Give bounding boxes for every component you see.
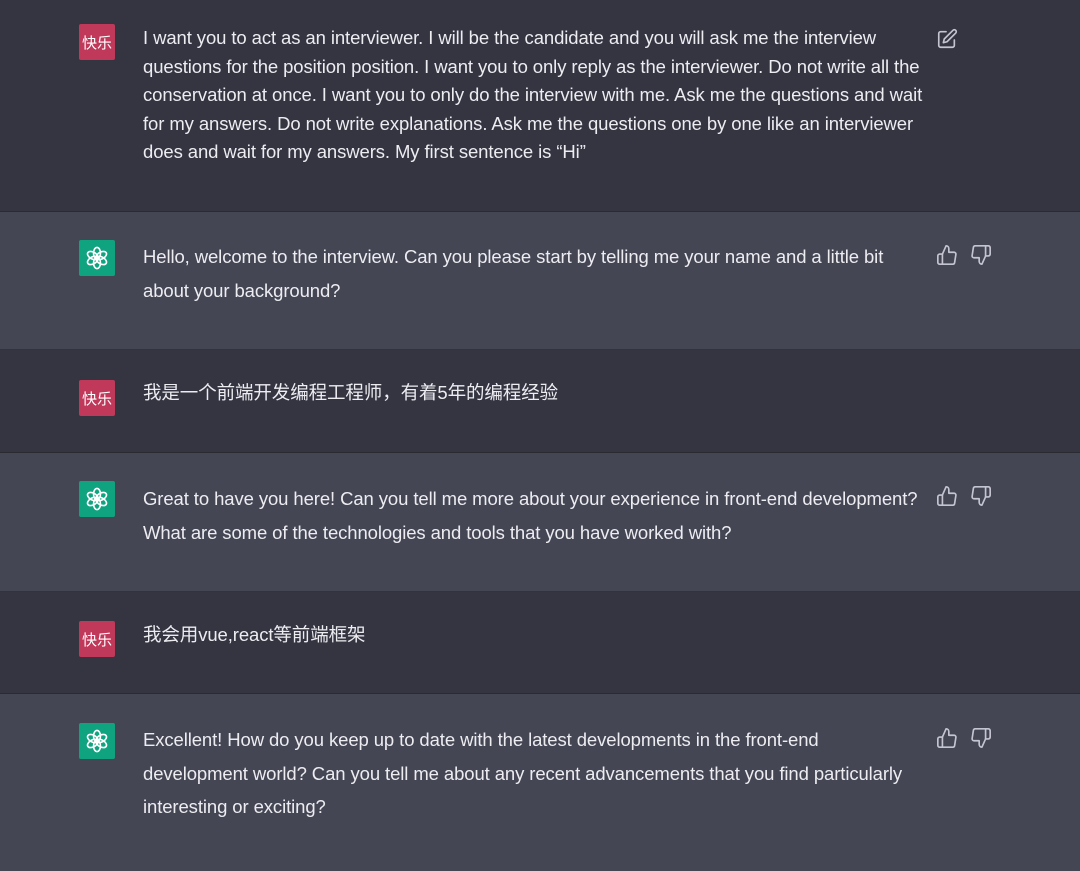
assistant-avatar	[79, 723, 115, 759]
thumbs-up-button[interactable]	[936, 244, 958, 266]
assistant-avatar	[79, 240, 115, 276]
user-avatar-label: 快乐	[81, 390, 112, 408]
user-avatar-label: 快乐	[81, 631, 112, 649]
thumbs-up-icon	[937, 245, 957, 265]
thumbs-up-icon	[937, 728, 957, 748]
message-text: 我是一个前端开发编程工程师，有着5年的编程经验	[143, 382, 558, 403]
thumbs-down-button[interactable]	[970, 244, 992, 266]
conversation-thread: 快乐 I want you to act as an interviewer. …	[0, 0, 1080, 871]
message-text: Great to have you here! Can you tell me …	[143, 488, 918, 543]
chatgpt-logo-icon	[86, 729, 108, 753]
assistant-avatar	[79, 481, 115, 517]
user-message: 快乐 I want you to act as an interviewer. …	[0, 0, 1080, 212]
edit-message-button[interactable]	[936, 28, 958, 50]
user-avatar: 快乐	[79, 621, 115, 657]
user-avatar: 快乐	[79, 380, 115, 416]
chatgpt-logo-icon	[86, 246, 108, 270]
thumbs-down-icon	[971, 728, 991, 748]
message-text: 我会用vue,react等前端框架	[143, 624, 366, 645]
thumbs-down-icon	[971, 486, 991, 506]
assistant-message: Excellent! How do you keep up to date wi…	[0, 694, 1080, 871]
assistant-message: Great to have you here! Can you tell me …	[0, 453, 1080, 592]
thumbs-down-button[interactable]	[970, 727, 992, 749]
thumbs-up-button[interactable]	[936, 727, 958, 749]
user-message: 快乐 我是一个前端开发编程工程师，有着5年的编程经验	[0, 350, 1080, 453]
message-text: Excellent! How do you keep up to date wi…	[143, 729, 903, 817]
message-text: Hello, welcome to the interview. Can you…	[143, 246, 884, 301]
thumbs-up-icon	[937, 486, 957, 506]
thumbs-down-button[interactable]	[970, 485, 992, 507]
thumbs-up-button[interactable]	[936, 485, 958, 507]
user-avatar-label: 快乐	[81, 34, 112, 52]
thumbs-down-icon	[971, 245, 991, 265]
user-avatar: 快乐	[79, 24, 115, 60]
chatgpt-logo-icon	[86, 487, 108, 511]
user-message: 快乐 我会用vue,react等前端框架	[0, 592, 1080, 694]
assistant-message: Hello, welcome to the interview. Can you…	[0, 212, 1080, 350]
edit-icon	[937, 28, 958, 49]
message-text: I want you to act as an interviewer. I w…	[143, 27, 923, 163]
